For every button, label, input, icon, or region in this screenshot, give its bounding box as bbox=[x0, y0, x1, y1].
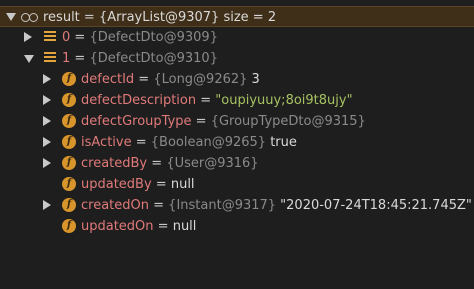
expand-caret-icon[interactable] bbox=[43, 137, 51, 147]
collapse-caret-icon[interactable] bbox=[6, 13, 16, 21]
field-value: true bbox=[266, 135, 297, 150]
field-name: isActive bbox=[81, 135, 132, 150]
field-name: createdBy bbox=[81, 156, 148, 171]
variable-name: result bbox=[43, 10, 80, 25]
equals-sign: = bbox=[79, 10, 99, 25]
field-value: null bbox=[170, 177, 195, 192]
tree-row-field-defectGroupType[interactable]: f defectGroupType = {GroupTypeDto@9315} bbox=[0, 111, 474, 132]
field-value: "2020-07-24T18:45:21.745Z" bbox=[276, 198, 472, 213]
field-icon: f bbox=[62, 72, 76, 86]
tree-row-field-defectDescription[interactable]: f defectDescription = "oupiyuuy;8oi9t8uj… bbox=[0, 90, 474, 111]
field-ref: {Boolean@9265} bbox=[150, 135, 267, 150]
equals-sign: = bbox=[134, 72, 154, 87]
field-ref: {GroupTypeDto@9315} bbox=[210, 114, 366, 129]
expand-caret-icon[interactable] bbox=[43, 74, 51, 84]
field-icon: f bbox=[62, 114, 76, 128]
field-name: defectGroupType bbox=[81, 114, 192, 129]
equals-sign: = bbox=[70, 51, 90, 66]
list-icon bbox=[44, 31, 56, 43]
tree-row-field-updatedOn[interactable]: f updatedOn = null bbox=[0, 216, 474, 237]
tree-row-item-0[interactable]: 0 = {DefectDto@9309} bbox=[0, 27, 474, 48]
variable-size: size = 2 bbox=[219, 10, 277, 25]
equals-sign: = bbox=[196, 93, 216, 108]
field-name: createdOn bbox=[81, 198, 149, 213]
item-ref: {DefectDto@9310} bbox=[89, 51, 218, 66]
field-name: defectDescription bbox=[81, 93, 197, 108]
expand-caret-icon[interactable] bbox=[43, 158, 51, 168]
field-icon: f bbox=[62, 198, 76, 212]
equals-sign: = bbox=[151, 177, 171, 192]
field-name: updatedBy bbox=[81, 177, 152, 192]
equals-sign: = bbox=[147, 156, 167, 171]
watch-glasses-icon bbox=[21, 13, 38, 22]
equals-sign: = bbox=[191, 114, 211, 129]
tree-row-field-updatedBy[interactable]: f updatedBy = null bbox=[0, 174, 474, 195]
equals-sign: = bbox=[70, 30, 90, 45]
field-icon: f bbox=[62, 177, 76, 191]
tree-row-field-createdBy[interactable]: f createdBy = {User@9316} bbox=[0, 153, 474, 174]
item-ref: {DefectDto@9309} bbox=[89, 30, 218, 45]
tree-row-field-isActive[interactable]: f isActive = {Boolean@9265} true bbox=[0, 132, 474, 153]
tree-row-field-defectId[interactable]: f defectId = {Long@9262} 3 bbox=[0, 69, 474, 90]
tree-row-field-createdOn[interactable]: f createdOn = {Instant@9317} "2020-07-24… bbox=[0, 195, 474, 216]
debugger-variables-tree: result = {ArrayList@9307} size = 2 0 = {… bbox=[0, 0, 474, 289]
field-value-string: "oupiyuuy;8oi9t8ujy" bbox=[215, 93, 353, 108]
equals-sign: = bbox=[149, 198, 169, 213]
tree-row-result[interactable]: result = {ArrayList@9307} size = 2 bbox=[0, 6, 474, 27]
expand-caret-icon[interactable] bbox=[43, 95, 51, 105]
field-icon: f bbox=[62, 156, 76, 170]
field-icon: f bbox=[62, 219, 76, 233]
collapse-caret-icon[interactable] bbox=[24, 55, 34, 63]
tree-row-item-1[interactable]: 1 = {DefectDto@9310} bbox=[0, 48, 474, 69]
field-value: null bbox=[172, 219, 197, 234]
field-icon: f bbox=[62, 135, 76, 149]
field-ref: {Instant@9317} bbox=[168, 198, 277, 213]
equals-sign: = bbox=[153, 219, 173, 234]
field-icon: f bbox=[62, 93, 76, 107]
field-name: updatedOn bbox=[81, 219, 154, 234]
expand-caret-icon[interactable] bbox=[43, 200, 51, 210]
equals-sign: = bbox=[131, 135, 151, 150]
list-icon bbox=[44, 52, 56, 64]
expand-caret-icon[interactable] bbox=[24, 32, 32, 42]
expand-caret-icon[interactable] bbox=[43, 116, 51, 126]
variable-ref: {ArrayList@9307} bbox=[98, 10, 220, 25]
field-ref: {Long@9262} bbox=[153, 72, 248, 87]
field-value: 3 bbox=[247, 72, 260, 87]
field-name: defectId bbox=[81, 72, 135, 87]
field-ref: {User@9316} bbox=[166, 156, 259, 171]
